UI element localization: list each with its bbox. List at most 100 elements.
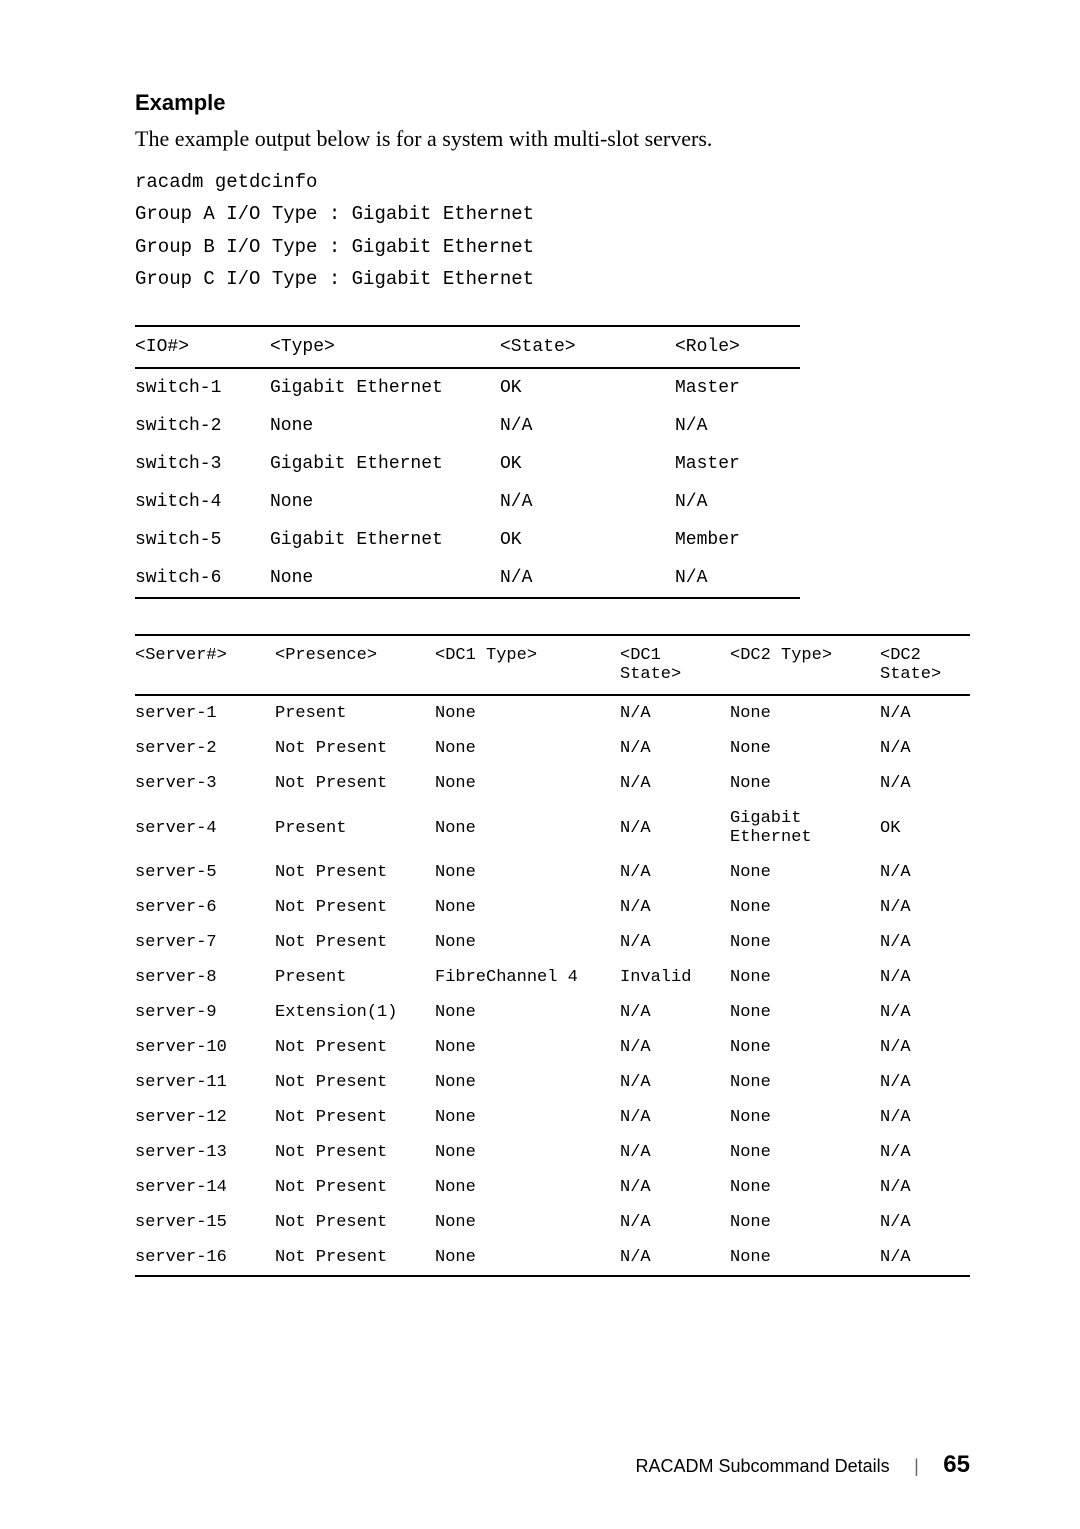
table-header-row: <Server#> <Presence> <DC1 Type> <DC1 Sta…	[135, 635, 970, 695]
table-cell: Not Present	[275, 1030, 435, 1065]
table-cell: None	[435, 695, 620, 731]
table-cell: None	[435, 766, 620, 801]
table-row: server-7Not PresentNoneN/ANoneN/A	[135, 925, 970, 960]
io-table: <IO#> <Type> <State> <Role> switch-1Giga…	[135, 325, 800, 599]
table-cell: N/A	[620, 1205, 730, 1240]
table-cell: N/A	[620, 925, 730, 960]
table-cell: Not Present	[275, 855, 435, 890]
table-cell: N/A	[620, 766, 730, 801]
table-cell: None	[730, 731, 880, 766]
table-cell: None	[730, 960, 880, 995]
table-row: switch-1Gigabit EthernetOKMaster	[135, 368, 800, 407]
table-cell: N/A	[880, 731, 970, 766]
table-cell: N/A	[675, 559, 800, 598]
table-cell: None	[270, 559, 500, 598]
table-cell: switch-3	[135, 445, 270, 483]
table-cell: server-5	[135, 855, 275, 890]
table-cell: Master	[675, 445, 800, 483]
table-row: switch-6NoneN/AN/A	[135, 559, 800, 598]
table-cell: Not Present	[275, 1135, 435, 1170]
table-cell: None	[270, 483, 500, 521]
table-cell: None	[435, 890, 620, 925]
table-cell: N/A	[880, 695, 970, 731]
table-cell: server-11	[135, 1065, 275, 1100]
table-cell: N/A	[880, 1065, 970, 1100]
table-cell: N/A	[620, 1135, 730, 1170]
table-row: server-4PresentNoneN/AGigabit EthernetOK	[135, 801, 970, 855]
table-cell: switch-6	[135, 559, 270, 598]
table-cell: N/A	[880, 1030, 970, 1065]
table-cell: None	[435, 1135, 620, 1170]
table-row: server-13Not PresentNoneN/ANoneN/A	[135, 1135, 970, 1170]
table-cell: N/A	[620, 695, 730, 731]
table-cell: N/A	[620, 1240, 730, 1276]
table-cell: Not Present	[275, 766, 435, 801]
table-cell: Not Present	[275, 1065, 435, 1100]
table-cell: N/A	[620, 731, 730, 766]
table-cell: None	[435, 801, 620, 855]
table-cell: N/A	[620, 855, 730, 890]
table-cell: switch-1	[135, 368, 270, 407]
table-cell: N/A	[880, 766, 970, 801]
server-table: <Server#> <Presence> <DC1 Type> <DC1 Sta…	[135, 634, 970, 1277]
table-cell: server-2	[135, 731, 275, 766]
table-cell: server-3	[135, 766, 275, 801]
table-cell: None	[730, 1135, 880, 1170]
cmd-line: Group B I/O Type : Gigabit Ethernet	[135, 231, 970, 263]
table-row: server-16Not PresentNoneN/ANoneN/A	[135, 1240, 970, 1276]
table-cell: Invalid	[620, 960, 730, 995]
table-cell: None	[730, 1240, 880, 1276]
table-cell: Present	[275, 801, 435, 855]
table-cell: OK	[500, 368, 675, 407]
table-cell: None	[730, 1030, 880, 1065]
col-header-role: <Role>	[675, 326, 800, 368]
table-row: server-14Not PresentNoneN/ANoneN/A	[135, 1170, 970, 1205]
table-cell: N/A	[620, 1100, 730, 1135]
table-cell: N/A	[675, 483, 800, 521]
table-row: server-9Extension(1)NoneN/ANoneN/A	[135, 995, 970, 1030]
table-cell: None	[730, 1170, 880, 1205]
table-row: switch-4NoneN/AN/A	[135, 483, 800, 521]
table-row: server-5Not PresentNoneN/ANoneN/A	[135, 855, 970, 890]
col-header-type: <Type>	[270, 326, 500, 368]
table-cell: None	[730, 1205, 880, 1240]
table-cell: N/A	[620, 890, 730, 925]
table-cell: None	[730, 995, 880, 1030]
table-cell: server-14	[135, 1170, 275, 1205]
table-row: server-6Not PresentNoneN/ANoneN/A	[135, 890, 970, 925]
table-cell: Present	[275, 960, 435, 995]
cmd-line: Group C I/O Type : Gigabit Ethernet	[135, 263, 970, 295]
footer-section: RACADM Subcommand Details	[636, 1456, 890, 1476]
table-cell: None	[435, 995, 620, 1030]
table-cell: server-9	[135, 995, 275, 1030]
cmd-line: racadm getdcinfo	[135, 166, 970, 198]
table-cell: None	[730, 890, 880, 925]
table-cell: N/A	[880, 1170, 970, 1205]
table-cell: Gigabit Ethernet	[270, 521, 500, 559]
table-cell: N/A	[620, 995, 730, 1030]
table-cell: server-1	[135, 695, 275, 731]
table-cell: OK	[880, 801, 970, 855]
table-cell: server-10	[135, 1030, 275, 1065]
table-row: server-1PresentNoneN/ANoneN/A	[135, 695, 970, 731]
table-cell: N/A	[880, 925, 970, 960]
table-cell: N/A	[880, 1135, 970, 1170]
table-row: switch-3Gigabit EthernetOKMaster	[135, 445, 800, 483]
col-header-state: <State>	[500, 326, 675, 368]
table-row: server-2Not PresentNoneN/ANoneN/A	[135, 731, 970, 766]
table-cell: server-13	[135, 1135, 275, 1170]
table-cell: N/A	[620, 1030, 730, 1065]
col-header-dc2type: <DC2 Type>	[730, 635, 880, 695]
table-cell: None	[435, 1170, 620, 1205]
table-cell: Gigabit Ethernet	[270, 368, 500, 407]
table-cell: switch-4	[135, 483, 270, 521]
cmd-line: Group A I/O Type : Gigabit Ethernet	[135, 198, 970, 230]
table-cell: N/A	[880, 1240, 970, 1276]
table-cell: N/A	[880, 1100, 970, 1135]
table-cell: None	[730, 766, 880, 801]
table-cell: N/A	[880, 1205, 970, 1240]
table-cell: Gigabit Ethernet	[730, 801, 880, 855]
col-header-dc1state: <DC1 State>	[620, 635, 730, 695]
table-cell: None	[435, 855, 620, 890]
table-cell: Master	[675, 368, 800, 407]
